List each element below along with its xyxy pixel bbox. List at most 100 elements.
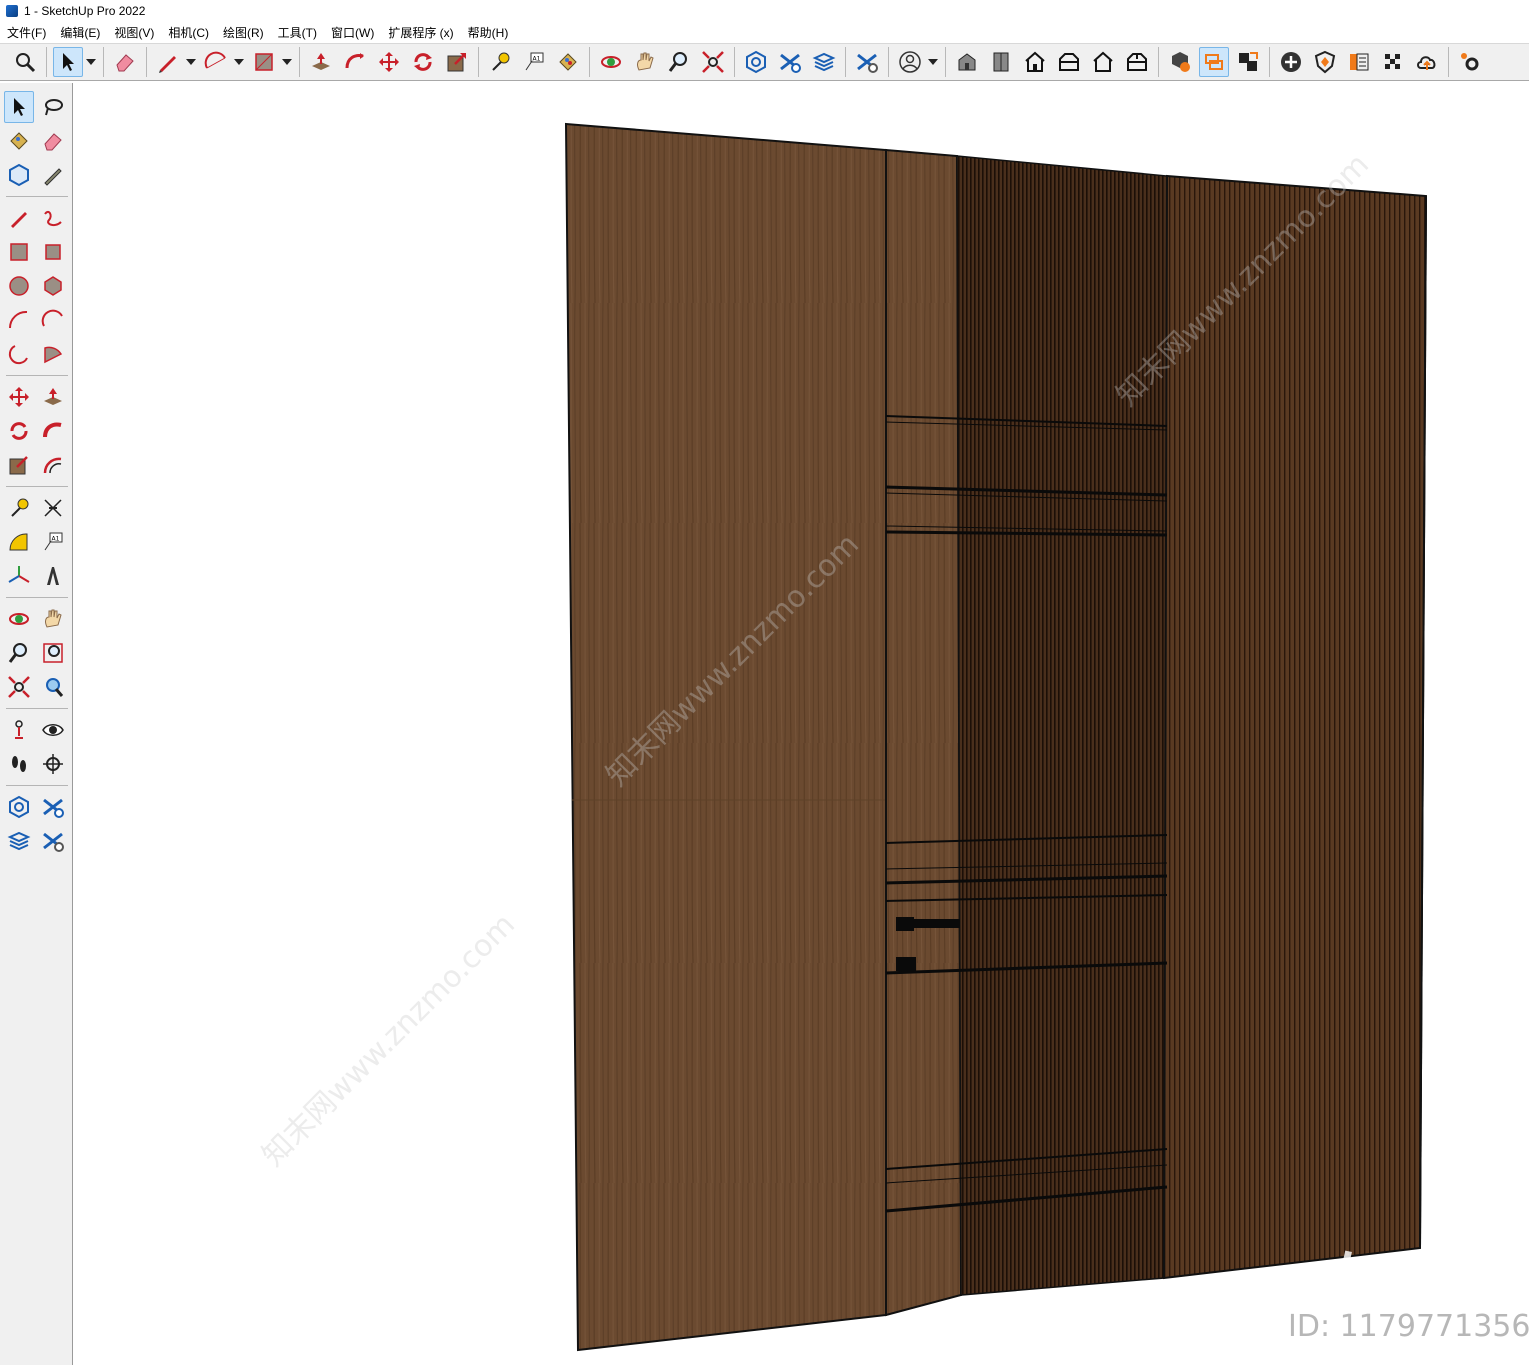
eraser-icon[interactable] [38,125,68,157]
text-icon[interactable]: A1 [519,47,549,77]
orbit-icon[interactable] [4,603,34,635]
rotated-rectangle-icon[interactable] [38,236,68,268]
follow-me-icon[interactable] [38,415,68,447]
right-view-icon[interactable] [1054,47,1084,77]
three-point-arc-icon[interactable] [4,338,34,370]
rotate-icon[interactable] [4,415,34,447]
select-dropdown-icon[interactable] [85,47,97,77]
paint-bucket-icon[interactable] [553,47,583,77]
middle-wood-strip[interactable] [885,148,963,1317]
zoom-window-icon[interactable] [38,637,68,669]
menu-draw[interactable]: 绘图(R) [216,24,271,41]
scale-icon[interactable] [4,449,34,481]
menu-edit[interactable]: 编辑(E) [53,24,107,41]
intersect-icon[interactable] [1233,47,1263,77]
zoom-extents-icon[interactable] [698,47,728,77]
left-view-icon[interactable] [1122,47,1152,77]
left-wood-panel[interactable] [564,122,887,1352]
pan-icon[interactable] [630,47,660,77]
look-around-icon[interactable] [38,714,68,746]
eraser-icon[interactable] [110,47,140,77]
back-view-icon[interactable] [1088,47,1118,77]
arc-icon[interactable] [201,47,231,77]
iso-view-icon[interactable] [952,47,982,77]
pie-icon[interactable] [38,338,68,370]
account-icon[interactable] [895,47,925,77]
previous-view-icon[interactable] [38,671,68,703]
dimension-icon[interactable] [38,492,68,524]
tag-icon[interactable] [38,159,68,191]
send-to-layout-icon[interactable] [4,825,34,857]
move-icon[interactable] [4,381,34,413]
front-view-icon[interactable] [1020,47,1050,77]
menu-view[interactable]: 视图(V) [107,24,161,41]
extension-warehouse-icon[interactable] [38,791,68,823]
zoom-extents-icon[interactable] [4,671,34,703]
extension-manager-icon[interactable] [852,47,882,77]
3d-text-icon[interactable] [38,560,68,592]
shape-dropdown-icon[interactable] [281,47,293,77]
circle-icon[interactable] [4,270,34,302]
select-icon[interactable] [4,91,34,123]
materials-icon[interactable] [1344,47,1374,77]
settings-gear-icon[interactable] [1455,47,1485,77]
menu-help[interactable]: 帮助(H) [461,24,516,41]
menu-tools[interactable]: 工具(T) [271,24,324,41]
styles-shield-icon[interactable] [1310,47,1340,77]
solid-inspector-icon[interactable] [1165,47,1195,77]
drawing-viewport[interactable]: 知末网www.znzmo.com 知末网www.znzmo.com 知末网www… [74,83,1529,1365]
outer-shell-icon[interactable] [1199,47,1229,77]
push-pull-icon[interactable] [306,47,336,77]
cloud-upload-icon[interactable] [1412,47,1442,77]
move-icon[interactable] [374,47,404,77]
layout-icon[interactable] [809,47,839,77]
orbit-icon[interactable] [596,47,626,77]
menu-window[interactable]: 窗口(W) [324,24,381,41]
lasso-select-icon[interactable] [38,91,68,123]
scale-icon[interactable] [442,47,472,77]
account-dropdown-icon[interactable] [927,47,939,77]
zoom-icon[interactable] [10,47,40,77]
toolbar-divider [589,47,590,77]
walk-icon[interactable] [4,748,34,780]
push-pull-icon[interactable] [38,381,68,413]
text-icon[interactable]: A1 [38,526,68,558]
checker-shadows-icon[interactable] [1378,47,1408,77]
section-plane-icon[interactable] [38,748,68,780]
freehand-icon[interactable] [38,202,68,234]
3d-warehouse-icon[interactable] [4,791,34,823]
right-slatted-panel[interactable] [1162,174,1428,1280]
arc-icon[interactable] [4,304,34,336]
rectangle-icon[interactable] [4,236,34,268]
position-camera-icon[interactable] [4,714,34,746]
pencil-icon[interactable] [153,47,183,77]
central-slatted-panel[interactable] [956,155,1168,1296]
arc-dropdown-icon[interactable] [233,47,245,77]
zoom-icon[interactable] [4,637,34,669]
rectangle-icon[interactable] [249,47,279,77]
menu-file[interactable]: 文件(F) [0,24,53,41]
menu-extensions[interactable]: 扩展程序 (x) [381,24,460,41]
rotate-icon[interactable] [408,47,438,77]
add-icon[interactable] [1276,47,1306,77]
tape-measure-icon[interactable] [485,47,515,77]
top-view-icon[interactable] [986,47,1016,77]
polygon-icon[interactable] [38,270,68,302]
line-icon[interactable] [4,202,34,234]
offset-icon[interactable] [38,449,68,481]
axes-icon[interactable] [4,560,34,592]
two-point-arc-icon[interactable] [38,304,68,336]
paint-bucket-icon[interactable] [4,125,34,157]
zoom-tool-icon[interactable] [664,47,694,77]
extension-warehouse-icon[interactable] [775,47,805,77]
tape-measure-icon[interactable] [4,492,34,524]
menu-camera[interactable]: 相机(C) [161,24,216,41]
pan-icon[interactable] [38,603,68,635]
line-dropdown-icon[interactable] [185,47,197,77]
component-icon[interactable] [4,159,34,191]
3d-warehouse-icon[interactable] [741,47,771,77]
protractor-icon[interactable] [4,526,34,558]
select-tool-icon[interactable] [53,47,83,77]
follow-me-icon[interactable] [340,47,370,77]
extension-manager-icon[interactable] [38,825,68,857]
